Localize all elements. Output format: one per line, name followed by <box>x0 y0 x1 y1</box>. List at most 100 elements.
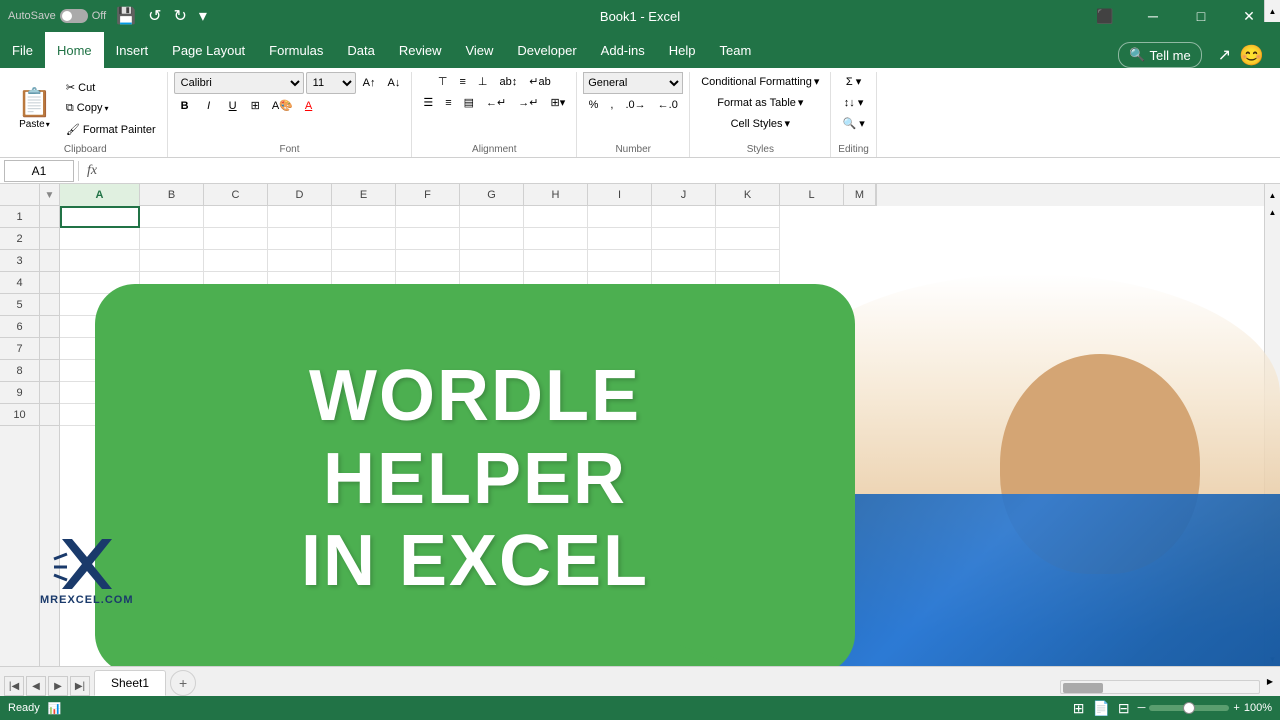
increase-decimal-button[interactable]: .0→ <box>620 96 650 114</box>
cell-B5[interactable] <box>140 294 204 316</box>
tell-me-input[interactable]: 🔍 Tell me <box>1118 42 1201 68</box>
cell-C2[interactable] <box>204 228 268 250</box>
cell-K3[interactable] <box>716 250 780 272</box>
copy-button[interactable]: ⧉ Copy ▾ <box>61 99 161 118</box>
autosave-toggle[interactable] <box>60 9 88 23</box>
tab-scroll-right-end[interactable]: ▶| <box>70 676 90 696</box>
tab-insert[interactable]: Insert <box>104 32 161 68</box>
cell-K6[interactable] <box>716 316 780 338</box>
cell-I1[interactable] <box>588 206 652 228</box>
cell-E10[interactable] <box>332 404 396 426</box>
cell-B8[interactable] <box>140 360 204 382</box>
cell-K1[interactable] <box>716 206 780 228</box>
cell-D6[interactable] <box>268 316 332 338</box>
cell-J8[interactable] <box>652 360 716 382</box>
cell-H5[interactable] <box>524 294 588 316</box>
cell-I2[interactable] <box>588 228 652 250</box>
cell-J3[interactable] <box>652 250 716 272</box>
cell-I9[interactable] <box>588 382 652 404</box>
decrease-decimal-button[interactable]: ←.0 <box>653 96 683 114</box>
cell-F6[interactable] <box>396 316 460 338</box>
tab-developer[interactable]: Developer <box>505 32 588 68</box>
align-right-button[interactable]: ▤ <box>459 93 479 112</box>
tab-scroll-left[interactable]: ◀ <box>26 676 46 696</box>
indent-decrease-button[interactable]: ←↵ <box>481 93 511 112</box>
cell-C6[interactable] <box>204 316 268 338</box>
align-left-button[interactable]: ☰ <box>418 93 438 112</box>
cell-G1[interactable] <box>460 206 524 228</box>
cell-D9[interactable] <box>268 382 332 404</box>
cell-A7[interactable] <box>60 338 140 360</box>
cell-J5[interactable] <box>652 294 716 316</box>
cell-H9[interactable] <box>524 382 588 404</box>
cell-G4[interactable] <box>460 272 524 294</box>
view-page-layout-button[interactable]: 📄 <box>1092 700 1109 717</box>
cell-J1[interactable] <box>652 206 716 228</box>
cell-A6[interactable] <box>60 316 140 338</box>
tab-view[interactable]: View <box>453 32 505 68</box>
cell-F8[interactable] <box>396 360 460 382</box>
cell-G10[interactable] <box>460 404 524 426</box>
cell-J6[interactable] <box>652 316 716 338</box>
find-select-button[interactable]: 🔍 ▾ <box>837 114 869 133</box>
col-freeze-button[interactable]: ▲ <box>1264 184 1280 206</box>
cell-J2[interactable] <box>652 228 716 250</box>
cell-styles-button[interactable]: Cell Styles ▾ <box>726 114 796 133</box>
paste-button[interactable]: 📋 Paste▾ <box>10 73 59 143</box>
cell-K5[interactable] <box>716 294 780 316</box>
cell-I7[interactable] <box>588 338 652 360</box>
format-as-table-button[interactable]: Format as Table ▾ <box>712 93 808 112</box>
cell-G6[interactable] <box>460 316 524 338</box>
decrease-font-button[interactable]: A↓ <box>383 74 406 92</box>
cell-F9[interactable] <box>396 382 460 404</box>
minimize-button[interactable]: ─ <box>1130 0 1176 32</box>
cell-E7[interactable] <box>332 338 396 360</box>
cell-K8[interactable] <box>716 360 780 382</box>
cell-E4[interactable] <box>332 272 396 294</box>
font-family-select[interactable]: Calibri <box>174 72 304 94</box>
cell-C7[interactable] <box>204 338 268 360</box>
tab-file[interactable]: File <box>0 32 45 68</box>
font-size-select[interactable]: 11 <box>306 72 356 94</box>
undo-button[interactable]: ↺ <box>144 4 165 28</box>
cell-G8[interactable] <box>460 360 524 382</box>
cell-B1[interactable] <box>140 206 204 228</box>
cell-G9[interactable] <box>460 382 524 404</box>
underline-button[interactable]: U <box>222 97 244 115</box>
cell-A5[interactable] <box>60 294 140 316</box>
cell-C10[interactable] <box>204 404 268 426</box>
cell-H7[interactable] <box>524 338 588 360</box>
cell-E1[interactable] <box>332 206 396 228</box>
sheet-tab-sheet1[interactable]: Sheet1 <box>94 670 166 696</box>
thousand-separator-button[interactable]: , <box>605 96 618 114</box>
zoom-slider[interactable] <box>1149 705 1229 711</box>
cell-C9[interactable] <box>204 382 268 404</box>
cell-K9[interactable] <box>716 382 780 404</box>
cell-E8[interactable] <box>332 360 396 382</box>
cell-D8[interactable] <box>268 360 332 382</box>
fill-color-button[interactable]: A🎨 <box>267 96 298 115</box>
cell-K2[interactable] <box>716 228 780 250</box>
conditional-formatting-button[interactable]: Conditional Formatting ▾ <box>696 72 824 91</box>
feedback-icon[interactable]: 😊 <box>1239 43 1264 68</box>
cell-D4[interactable] <box>268 272 332 294</box>
cut-button[interactable]: ✂ Cut <box>61 78 161 97</box>
tab-home[interactable]: Home <box>45 32 104 68</box>
cell-B7[interactable] <box>140 338 204 360</box>
cell-F2[interactable] <box>396 228 460 250</box>
cell-F1[interactable] <box>396 206 460 228</box>
cell-E9[interactable] <box>332 382 396 404</box>
cell-B4[interactable] <box>140 272 204 294</box>
align-bottom-button[interactable]: ⊥ <box>473 72 493 91</box>
cell-K4[interactable] <box>716 272 780 294</box>
cell-B10[interactable] <box>140 404 204 426</box>
align-middle-button[interactable]: ≡ <box>454 72 470 91</box>
cell-C3[interactable] <box>204 250 268 272</box>
cell-H6[interactable] <box>524 316 588 338</box>
cell-B9[interactable] <box>140 382 204 404</box>
tab-team[interactable]: Team <box>708 32 764 68</box>
indent-increase-button[interactable]: →↵ <box>513 93 543 112</box>
merge-center-button[interactable]: ⊞▾ <box>545 93 570 112</box>
cell-A1[interactable] <box>60 206 140 228</box>
tab-help[interactable]: Help <box>657 32 708 68</box>
